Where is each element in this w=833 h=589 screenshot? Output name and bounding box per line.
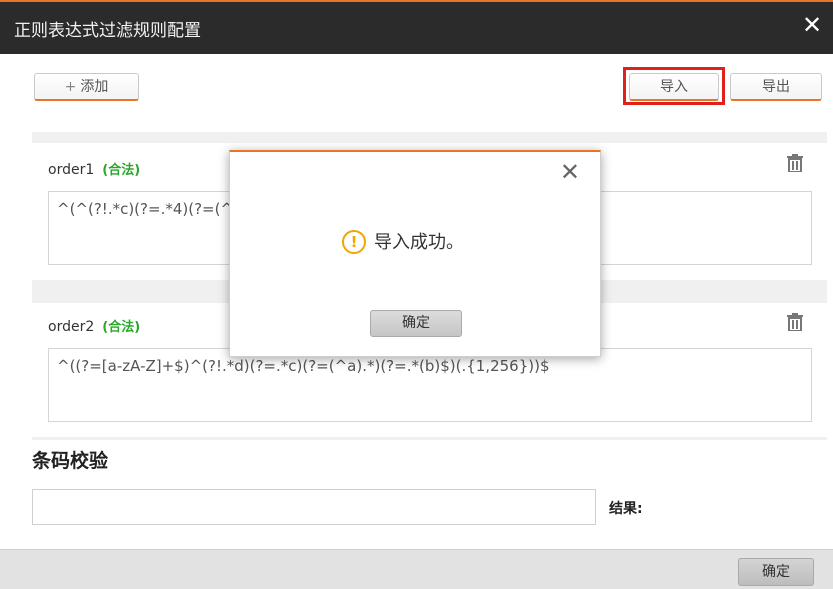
footer-bar [0,549,833,589]
trash-icon[interactable] [787,313,803,331]
confirm-button[interactable]: 确定 [738,558,814,586]
regex-field[interactable]: ^((?=[a-zA-Z]+$)^(?!.*d)(?=.*c)(?=(^a).*… [48,348,812,422]
rule-title: order1 (合法) [48,159,140,178]
dialog-close-icon[interactable]: ✕ [560,158,580,186]
trash-icon[interactable] [787,154,803,172]
barcode-input[interactable] [32,489,596,525]
barcode-section-title: 条码校验 [32,450,109,472]
rule-name: order2 [48,319,95,335]
window-title: 正则表达式过滤规则配置 [14,21,201,41]
dialog-message-text: 导入成功。 [374,232,464,253]
rule-title: order2 (合法) [48,316,140,335]
add-button-label: 添加 [80,79,109,95]
result-label: 结果: [609,501,643,517]
title-bar: 正则表达式过滤规则配置 ✕ [0,0,833,54]
dialog-ok-button[interactable]: 确定 [370,310,462,337]
add-button[interactable]: + 添加 [34,73,139,101]
rule-name: order1 [48,162,95,178]
warning-icon: ! [342,230,366,254]
plus-icon: + [64,79,77,95]
window-close-icon[interactable]: ✕ [799,12,825,38]
import-success-dialog: ✕ ! 导入成功。 确定 [229,150,601,357]
export-button[interactable]: 导出 [730,73,822,101]
rule-status: (合法) [102,163,141,178]
rule-status: (合法) [102,320,141,335]
import-button[interactable]: 导入 [629,73,719,101]
